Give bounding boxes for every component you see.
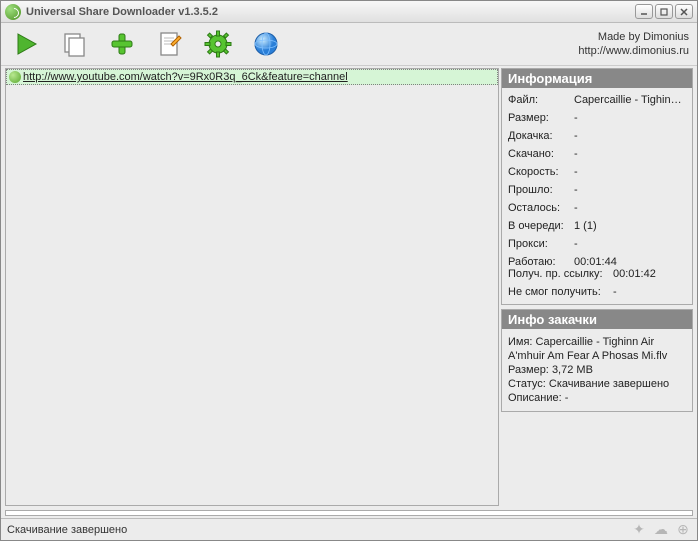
- main-content: http://www.youtube.com/watch?v=9Rx0R3q_6…: [1, 65, 697, 508]
- titlebar[interactable]: Universal Share Downloader v1.3.5.2: [1, 1, 697, 23]
- app-window: Universal Share Downloader v1.3.5.2 Made…: [0, 0, 698, 541]
- info-box: Информация Файл:Capercaillie - Tighinn A…: [501, 68, 693, 305]
- download-status: Статус: Скачивание завершено: [508, 377, 686, 391]
- info-value: -: [574, 202, 686, 214]
- status-text: Скачивание завершено: [7, 524, 127, 536]
- toolbar: Made by Dimonius http://www.dimonius.ru: [1, 23, 697, 65]
- info-key: Скачано:: [508, 148, 574, 160]
- info-value: -: [574, 130, 686, 142]
- info-key: Не смог получить:: [508, 286, 613, 298]
- info-row: Докачка:-: [508, 130, 686, 142]
- info-row: Работаю:00:01:44: [508, 256, 686, 268]
- status-icon-group: ✦ ☁ ⊕: [631, 522, 691, 538]
- credits: Made by Dimonius http://www.dimonius.ru: [578, 30, 689, 58]
- download-desc: Описание: -: [508, 391, 686, 405]
- info-value: 1 (1): [574, 220, 686, 232]
- add-button[interactable]: [105, 27, 139, 61]
- maximize-button[interactable]: [655, 4, 673, 19]
- progress-wrap: [1, 508, 697, 518]
- info-key: Прошло:: [508, 184, 574, 196]
- settings-button[interactable]: [201, 27, 235, 61]
- credits-author: Made by Dimonius: [578, 30, 689, 44]
- url-list-pane[interactable]: http://www.youtube.com/watch?v=9Rx0R3q_6…: [5, 68, 499, 506]
- play-button[interactable]: [9, 27, 43, 61]
- info-box-title: Информация: [502, 69, 692, 88]
- minimize-button[interactable]: [635, 4, 653, 19]
- download-name: Имя: Capercaillie - Tighinn Air A'mhuir …: [508, 335, 686, 363]
- info-value: -: [574, 112, 686, 124]
- wand-icon[interactable]: ✦: [631, 522, 647, 538]
- download-info-box: Инфо закачки Имя: Capercaillie - Tighinn…: [501, 309, 693, 412]
- app-icon: [5, 4, 21, 20]
- info-row: Не смог получить:-: [508, 286, 686, 298]
- info-key: Осталось:: [508, 202, 574, 214]
- info-key: Файл:: [508, 94, 574, 106]
- url-text: http://www.youtube.com/watch?v=9Rx0R3q_6…: [23, 71, 348, 83]
- info-row: В очереди:1 (1): [508, 220, 686, 232]
- globe-button[interactable]: [249, 27, 283, 61]
- edit-document-button[interactable]: [153, 27, 187, 61]
- window-title: Universal Share Downloader v1.3.5.2: [26, 6, 635, 18]
- window-button-group: [635, 4, 693, 19]
- statusbar: Скачивание завершено ✦ ☁ ⊕: [1, 518, 697, 540]
- info-key: Получ. пр. ссылку:: [508, 268, 613, 280]
- globe-small-icon[interactable]: ⊕: [675, 522, 691, 538]
- download-info-title: Инфо закачки: [502, 310, 692, 329]
- info-row: Файл:Capercaillie - Tighinn Air A'r: [508, 94, 686, 106]
- info-row: Прокси:-: [508, 238, 686, 250]
- close-button[interactable]: [675, 4, 693, 19]
- status-circle-icon: [9, 71, 21, 83]
- info-key: Докачка:: [508, 130, 574, 142]
- info-key: Скорость:: [508, 166, 574, 178]
- info-row: Прошло:-: [508, 184, 686, 196]
- copy-button[interactable]: [57, 27, 91, 61]
- info-value: -: [613, 286, 686, 298]
- info-row: Осталось:-: [508, 202, 686, 214]
- info-row: Размер:-: [508, 112, 686, 124]
- info-key: В очереди:: [508, 220, 574, 232]
- info-value: 00:01:42: [613, 268, 686, 280]
- info-value: -: [574, 184, 686, 196]
- info-key: Размер:: [508, 112, 574, 124]
- info-value: -: [574, 148, 686, 160]
- info-key: Прокси:: [508, 238, 574, 250]
- info-row: Скорость:-: [508, 166, 686, 178]
- download-size: Размер: 3,72 MB: [508, 363, 686, 377]
- cloud-icon[interactable]: ☁: [653, 522, 669, 538]
- credits-url: http://www.dimonius.ru: [578, 44, 689, 58]
- info-row: Получ. пр. ссылку:00:01:42: [508, 268, 686, 280]
- url-row[interactable]: http://www.youtube.com/watch?v=9Rx0R3q_6…: [6, 69, 498, 85]
- info-value: -: [574, 166, 686, 178]
- info-value: -: [574, 238, 686, 250]
- info-value: Capercaillie - Tighinn Air A'r: [574, 94, 686, 106]
- info-row: Скачано:-: [508, 148, 686, 160]
- info-value: 00:01:44: [574, 256, 686, 268]
- info-key: Работаю:: [508, 256, 574, 268]
- side-panel: Информация Файл:Capercaillie - Tighinn A…: [501, 68, 693, 506]
- progress-bar: [5, 510, 693, 516]
